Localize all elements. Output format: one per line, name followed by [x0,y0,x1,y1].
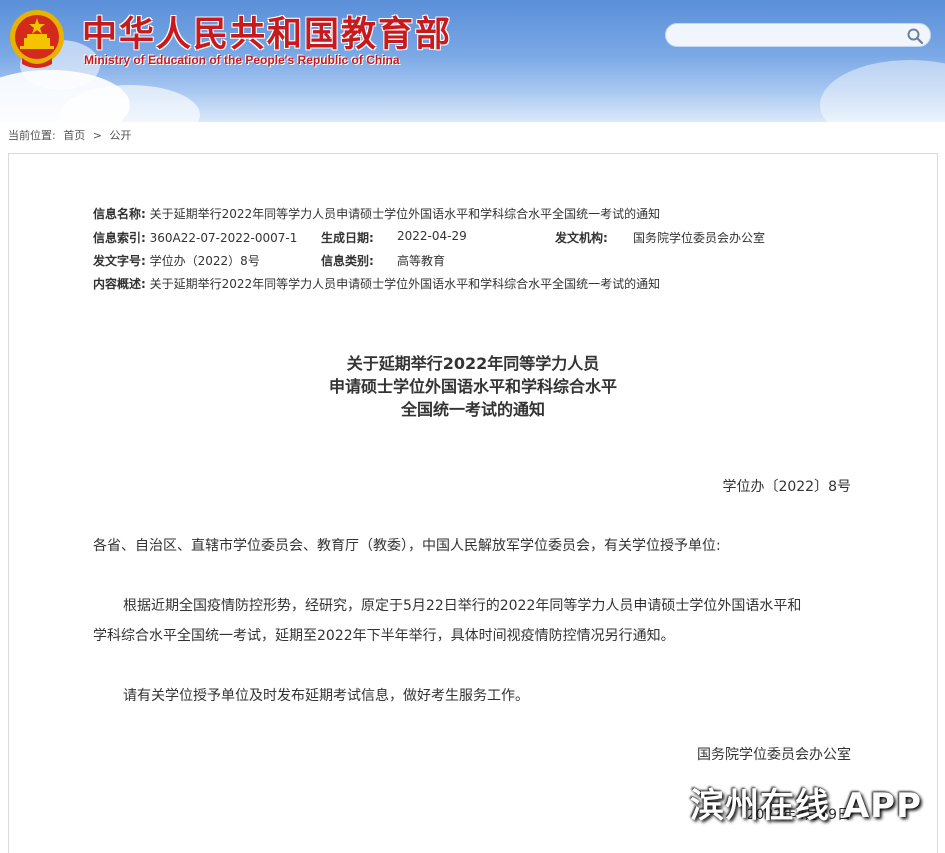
paragraph-line: 根据近期全国疫情防控形势，经研究，原定于5月22日举行的2022年同等学力人员申… [123,598,802,614]
meta-row-name: 信息名称: 关于延期举行2022年同等学力人员申请硕士学位外国语水平和学科综合水… [93,205,660,222]
meta-name-value: 关于延期举行2022年同等学力人员申请硕士学位外国语水平和学科综合水平全国统一考… [149,207,661,221]
watermark-logo: 滨州在线 APP [690,786,922,826]
meta-date-value: 2022-04-29 [397,229,467,243]
search-box[interactable] [665,23,931,47]
site-subtitle: Ministry of Education of the People's Re… [84,53,400,67]
meta-org-value: 国务院学位委员会办公室 [633,231,766,245]
breadcrumb-public-link[interactable]: 公开 [109,129,131,142]
paragraph: 请有关学位授予单位及时发布延期考试信息，做好考生服务工作。 [123,688,529,704]
meta-date-label: 生成日期: [321,231,374,245]
breadcrumb: 当前位置: 首页 > 公开 [8,127,135,143]
meta-name-label: 信息名称: [93,207,146,221]
meta-category-label: 信息类别: [321,254,374,268]
meta-org-label: 发文机构: [555,231,608,245]
meta-summary-label: 内容概述: [93,277,146,291]
national-emblem-icon [10,10,64,68]
site-header: 中华人民共和国教育部 Ministry of Education of the … [0,0,945,122]
breadcrumb-prefix: 当前位置: [8,129,56,142]
article-container: 信息名称: 关于延期举行2022年同等学力人员申请硕士学位外国语水平和学科综合水… [8,153,938,853]
site-title: 中华人民共和国教育部 [82,15,453,55]
document-number: 学位办〔2022〕8号 [722,479,851,495]
meta-index-value: 360A22-07-2022-0007-1 [149,231,298,245]
meta-row-docno: 发文字号: 学位办（2022）8号 信息类别: 高等教育 [93,252,853,269]
signature: 国务院学位委员会办公室 [697,747,851,763]
cloud-decoration [820,60,945,122]
search-icon[interactable] [906,27,924,45]
search-input[interactable] [676,26,900,46]
meta-docno-value: 学位办（2022）8号 [149,254,260,268]
paragraph-line: 学科综合水平全国统一考试，延期至2022年下半年举行，具体时间视疫情防控情况另行… [93,628,675,644]
document-title-line: 全国统一考试的通知 [400,400,545,419]
meta-row-summary: 内容概述: 关于延期举行2022年同等学力人员申请硕士学位外国语水平和学科综合水… [93,275,660,292]
document-title-line: 关于延期举行2022年同等学力人员 [346,354,600,373]
breadcrumb-home-link[interactable]: 首页 [63,129,85,142]
document-title: 关于延期举行2022年同等学力人员 申请硕士学位外国语水平和学科综合水平 全国统… [9,352,937,421]
salutation: 各省、自治区、直辖市学位委员会、教育厅（教委），中国人民解放军学位委员会，有关学… [93,538,721,554]
meta-docno-label: 发文字号: [93,254,146,268]
meta-index-label: 信息索引: [93,231,146,245]
chevron-right-icon: > [92,129,102,142]
document-title-line: 申请硕士学位外国语水平和学科综合水平 [328,377,617,396]
meta-category-value: 高等教育 [397,254,446,268]
meta-row-index: 信息索引: 360A22-07-2022-0007-1 生成日期: 2022-0… [93,229,853,246]
meta-summary-value: 关于延期举行2022年同等学力人员申请硕士学位外国语水平和学科综合水平全国统一考… [149,277,661,291]
